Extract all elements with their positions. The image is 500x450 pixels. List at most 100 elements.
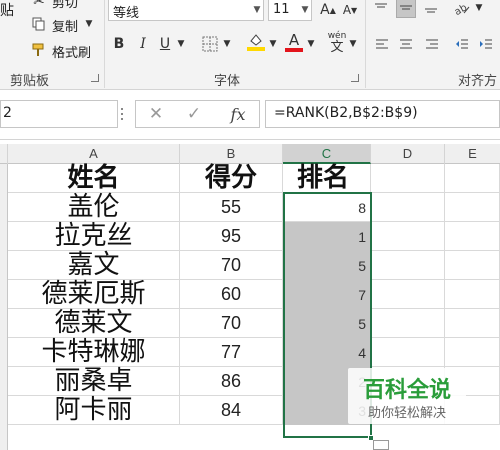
clipboard-group-label: 剪贴板 — [10, 74, 50, 89]
score-cell[interactable]: 86 — [180, 367, 283, 396]
cell-e1[interactable] — [445, 164, 500, 193]
cancel-icon[interactable]: ✕ — [146, 103, 166, 125]
cell-d1[interactable] — [371, 164, 445, 193]
score-cell[interactable]: 84 — [180, 396, 283, 425]
cell-b1[interactable]: 得分 — [180, 164, 283, 193]
row-header-column — [0, 164, 8, 450]
select-all-corner[interactable] — [0, 144, 8, 164]
group-separator — [365, 0, 366, 88]
copy-button[interactable]: 复制 — [52, 16, 78, 35]
bold-button[interactable]: B — [110, 34, 128, 54]
watermark-subtitle: 助你轻松解决 — [367, 406, 446, 421]
orientation-dropdown-icon[interactable]: ▼ — [474, 0, 484, 16]
name-cell[interactable]: 嘉文 — [8, 251, 180, 280]
score-cell[interactable]: 70 — [180, 251, 283, 280]
font-size-dropdown-icon[interactable]: ▼ — [298, 0, 312, 21]
name-cell[interactable]: 拉克丝 — [8, 222, 180, 251]
scissors-icon: ✂ — [33, 0, 45, 10]
empty-cell[interactable] — [445, 193, 500, 222]
font-color-button[interactable]: A — [284, 30, 304, 54]
table-row: 德莱文 70 5 — [8, 309, 500, 338]
score-cell[interactable]: 55 — [180, 193, 283, 222]
align-top-icon[interactable] — [372, 0, 390, 16]
font-name-dropdown-icon[interactable]: ▼ — [250, 0, 264, 21]
increase-font-icon[interactable]: A ▲ — [318, 0, 338, 20]
fill-color-dropdown-icon[interactable]: ▼ — [268, 34, 278, 54]
score-cell[interactable]: 77 — [180, 338, 283, 367]
name-cell[interactable]: 丽桑卓 — [8, 367, 180, 396]
rank-cell[interactable]: 5 — [283, 309, 371, 338]
align-bottom-icon[interactable] — [422, 0, 440, 16]
empty-cell[interactable] — [371, 338, 445, 367]
align-right-icon[interactable] — [422, 34, 442, 54]
score-cell[interactable]: 60 — [180, 280, 283, 309]
paste-button[interactable]: 贴 — [0, 0, 14, 20]
cell-a1[interactable]: 姓名 — [8, 164, 180, 193]
empty-cell[interactable] — [371, 280, 445, 309]
borders-icon[interactable] — [200, 34, 220, 54]
empty-cell[interactable] — [445, 338, 500, 367]
orientation-icon[interactable]: ab — [452, 0, 472, 16]
empty-cell[interactable] — [371, 309, 445, 338]
cut-button[interactable]: 剪切 — [52, 0, 78, 11]
copy-icon — [30, 15, 48, 33]
quick-analysis-icon[interactable] — [373, 440, 389, 450]
font-group-label: 字体 — [214, 74, 241, 89]
underline-dropdown-icon[interactable]: ▼ — [176, 34, 186, 54]
column-header-b[interactable]: B — [180, 144, 283, 164]
italic-button[interactable]: I — [134, 34, 152, 54]
align-left-icon[interactable] — [372, 34, 392, 54]
rank-cell[interactable]: 5 — [283, 251, 371, 280]
phonetic-dropdown-icon[interactable]: ▼ — [348, 34, 358, 54]
name-cell[interactable]: 德莱厄斯 — [8, 280, 180, 309]
phonetic-guide-button[interactable]: wén 文 — [326, 30, 348, 56]
empty-cell[interactable] — [371, 222, 445, 251]
increase-indent-icon[interactable] — [476, 34, 496, 54]
empty-cell[interactable] — [371, 251, 445, 280]
insert-function-button[interactable]: fx — [226, 103, 250, 125]
underline-button[interactable]: U — [156, 34, 174, 54]
svg-text:ab: ab — [454, 2, 469, 15]
font-launcher-icon[interactable] — [351, 74, 359, 82]
decrease-font-icon[interactable]: A ▼ — [340, 0, 360, 20]
fill-color-icon[interactable] — [246, 30, 266, 54]
formula-bar-grip-icon[interactable] — [121, 108, 129, 120]
name-cell[interactable]: 阿卡丽 — [8, 396, 180, 425]
rank-cell[interactable]: 1 — [283, 222, 371, 251]
rank-cell[interactable]: 7 — [283, 280, 371, 309]
align-center-icon[interactable] — [396, 34, 416, 54]
copy-dropdown-icon[interactable]: ▼ — [84, 17, 94, 31]
rank-cell[interactable]: 4 — [283, 338, 371, 367]
format-painter-button[interactable]: 格式刷 — [52, 42, 91, 61]
fill-color-swatch — [247, 47, 265, 51]
formula-input[interactable]: =RANK(B2,B$2:B$9) — [265, 100, 500, 128]
empty-cell[interactable] — [445, 222, 500, 251]
formula-buttons: ✕ ✓ fx — [135, 100, 260, 128]
empty-cell[interactable] — [445, 309, 500, 338]
name-cell[interactable]: 德莱文 — [8, 309, 180, 338]
borders-dropdown-icon[interactable]: ▼ — [222, 34, 232, 54]
cell-c1[interactable]: 排名 — [283, 164, 371, 193]
rank-cell[interactable]: 8 — [283, 193, 371, 222]
column-header-a[interactable]: A — [8, 144, 180, 164]
font-color-label: A — [288, 31, 300, 49]
column-header-c[interactable]: C — [283, 144, 371, 164]
name-box[interactable]: 2 — [0, 100, 118, 128]
score-cell[interactable]: 95 — [180, 222, 283, 251]
font-color-swatch — [285, 48, 303, 52]
empty-cell[interactable] — [445, 251, 500, 280]
table-row: 拉克丝 95 1 — [8, 222, 500, 251]
enter-icon[interactable]: ✓ — [184, 103, 204, 125]
name-cell[interactable]: 卡特琳娜 — [8, 338, 180, 367]
font-name-combo[interactable]: 等线 — [108, 0, 264, 21]
align-middle-icon[interactable] — [396, 0, 416, 18]
column-header-d[interactable]: D — [371, 144, 445, 164]
score-cell[interactable]: 70 — [180, 309, 283, 338]
clipboard-launcher-icon[interactable] — [91, 74, 99, 82]
name-cell[interactable]: 盖伦 — [8, 193, 180, 222]
empty-cell[interactable] — [445, 280, 500, 309]
empty-cell[interactable] — [371, 193, 445, 222]
font-color-dropdown-icon[interactable]: ▼ — [306, 34, 316, 54]
column-header-e[interactable]: E — [445, 144, 500, 164]
decrease-indent-icon[interactable] — [452, 34, 472, 54]
